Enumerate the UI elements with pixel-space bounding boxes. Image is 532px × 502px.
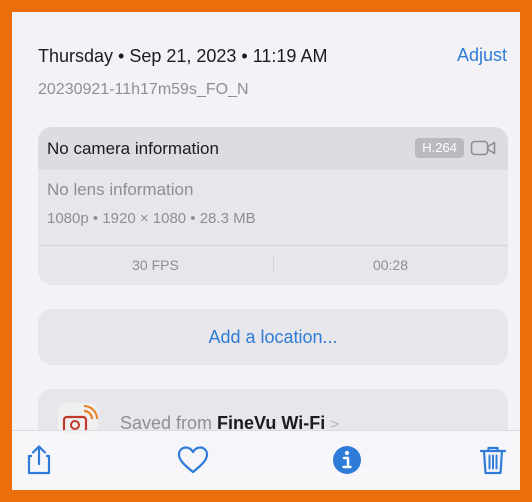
video-duration: 00:28 — [372, 257, 409, 273]
add-location-button[interactable]: Add a location... — [38, 309, 508, 365]
adjust-button[interactable]: Adjust — [457, 45, 507, 66]
media-info-card: No camera information H.264 No lens info… — [38, 127, 508, 285]
frame-rate: 30 FPS — [132, 257, 179, 273]
share-icon[interactable] — [22, 443, 56, 477]
trash-icon[interactable] — [476, 443, 510, 477]
video-camera-icon — [470, 140, 496, 156]
screen-frame: Thursday • Sep 21, 2023 • 11:19 AM Adjus… — [0, 0, 532, 502]
card-header: No camera information H.264 — [38, 127, 508, 170]
photo-info-panel: Thursday • Sep 21, 2023 • 11:19 AM Adjus… — [12, 12, 520, 490]
bottom-toolbar — [12, 430, 520, 490]
codec-badge: H.264 — [415, 138, 464, 158]
heart-icon[interactable] — [176, 443, 210, 477]
info-icon[interactable] — [330, 443, 364, 477]
camera-info: No camera information — [47, 139, 219, 158]
add-location-label: Add a location... — [208, 327, 338, 347]
video-specs: 1080p • 1920 × 1080 • 28.3 MB — [47, 210, 256, 227]
lens-info: No lens information — [47, 180, 194, 199]
file-name: 20230921-11h17m59s_FO_N — [38, 81, 249, 98]
capture-date: Thursday • Sep 21, 2023 • 11:19 AM — [38, 46, 328, 66]
